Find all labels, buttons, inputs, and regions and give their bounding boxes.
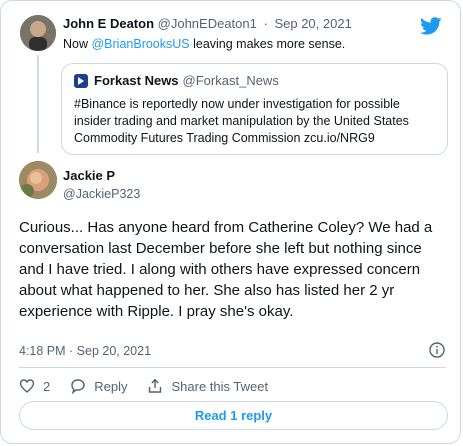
heart-icon bbox=[19, 379, 35, 393]
tweet-actions: 2 Reply Share this Tweet bbox=[19, 376, 288, 396]
quoted-author-name[interactable]: Forkast News bbox=[94, 73, 179, 88]
read-replies-button[interactable]: Read 1 reply bbox=[19, 401, 448, 430]
twitter-bird-icon[interactable] bbox=[420, 15, 442, 37]
share-icon bbox=[149, 378, 162, 393]
tweet-author-handle[interactable]: @JackieP323 bbox=[63, 187, 140, 201]
share-label: Share this Tweet bbox=[171, 378, 269, 394]
parent-tweet-text: Now @BrianBrooksUS leaving makes more se… bbox=[63, 37, 345, 51]
speech-bubble-icon bbox=[71, 379, 85, 394]
separator-dot: · bbox=[263, 16, 268, 31]
john-deaton-avatar[interactable] bbox=[20, 15, 56, 51]
tweet-text: Curious... Has anyone heard from Catheri… bbox=[19, 219, 433, 320]
tweet-author-name[interactable]: Jackie P bbox=[63, 168, 115, 183]
actions-divider bbox=[19, 367, 446, 368]
thread-connector-line bbox=[37, 55, 39, 153]
quoted-author-handle[interactable]: @Forkast_News bbox=[183, 73, 279, 88]
quoted-tweet[interactable]: Forkast News @Forkast_News #Binance is r… bbox=[61, 63, 448, 155]
like-count: 2 bbox=[43, 378, 51, 394]
quoted-tweet-header: Forkast News @Forkast_News bbox=[74, 73, 279, 88]
like-button[interactable]: 2 bbox=[19, 378, 50, 394]
quoted-tweet-text: #Binance is reportedly now under investi… bbox=[74, 97, 409, 145]
jackie-p-avatar[interactable] bbox=[19, 161, 57, 199]
parent-text-prefix: Now bbox=[63, 37, 92, 51]
parent-author-handle[interactable]: @JohnEDeaton1 bbox=[158, 16, 257, 31]
parent-tweet-header: John E Deaton @JohnEDeaton1 · Sep 20, 20… bbox=[63, 16, 352, 31]
parent-author-name[interactable]: John E Deaton bbox=[63, 16, 154, 31]
mention-link[interactable]: @BrianBrooksUS bbox=[91, 37, 189, 51]
parent-text-suffix: leaving makes more sense. bbox=[189, 37, 346, 51]
reply-button[interactable]: Reply bbox=[70, 378, 127, 394]
reply-label: Reply bbox=[94, 378, 128, 394]
forkast-logo-icon bbox=[74, 73, 88, 88]
tweet-timestamp[interactable]: 4:18 PM · Sep 20, 2021 bbox=[19, 344, 151, 358]
parent-tweet-date[interactable]: Sep 20, 2021 bbox=[274, 16, 351, 31]
embedded-tweet-card: John E Deaton @JohnEDeaton1 · Sep 20, 20… bbox=[0, 0, 461, 444]
share-button[interactable]: Share this Tweet bbox=[147, 378, 268, 394]
info-icon[interactable] bbox=[429, 342, 445, 358]
